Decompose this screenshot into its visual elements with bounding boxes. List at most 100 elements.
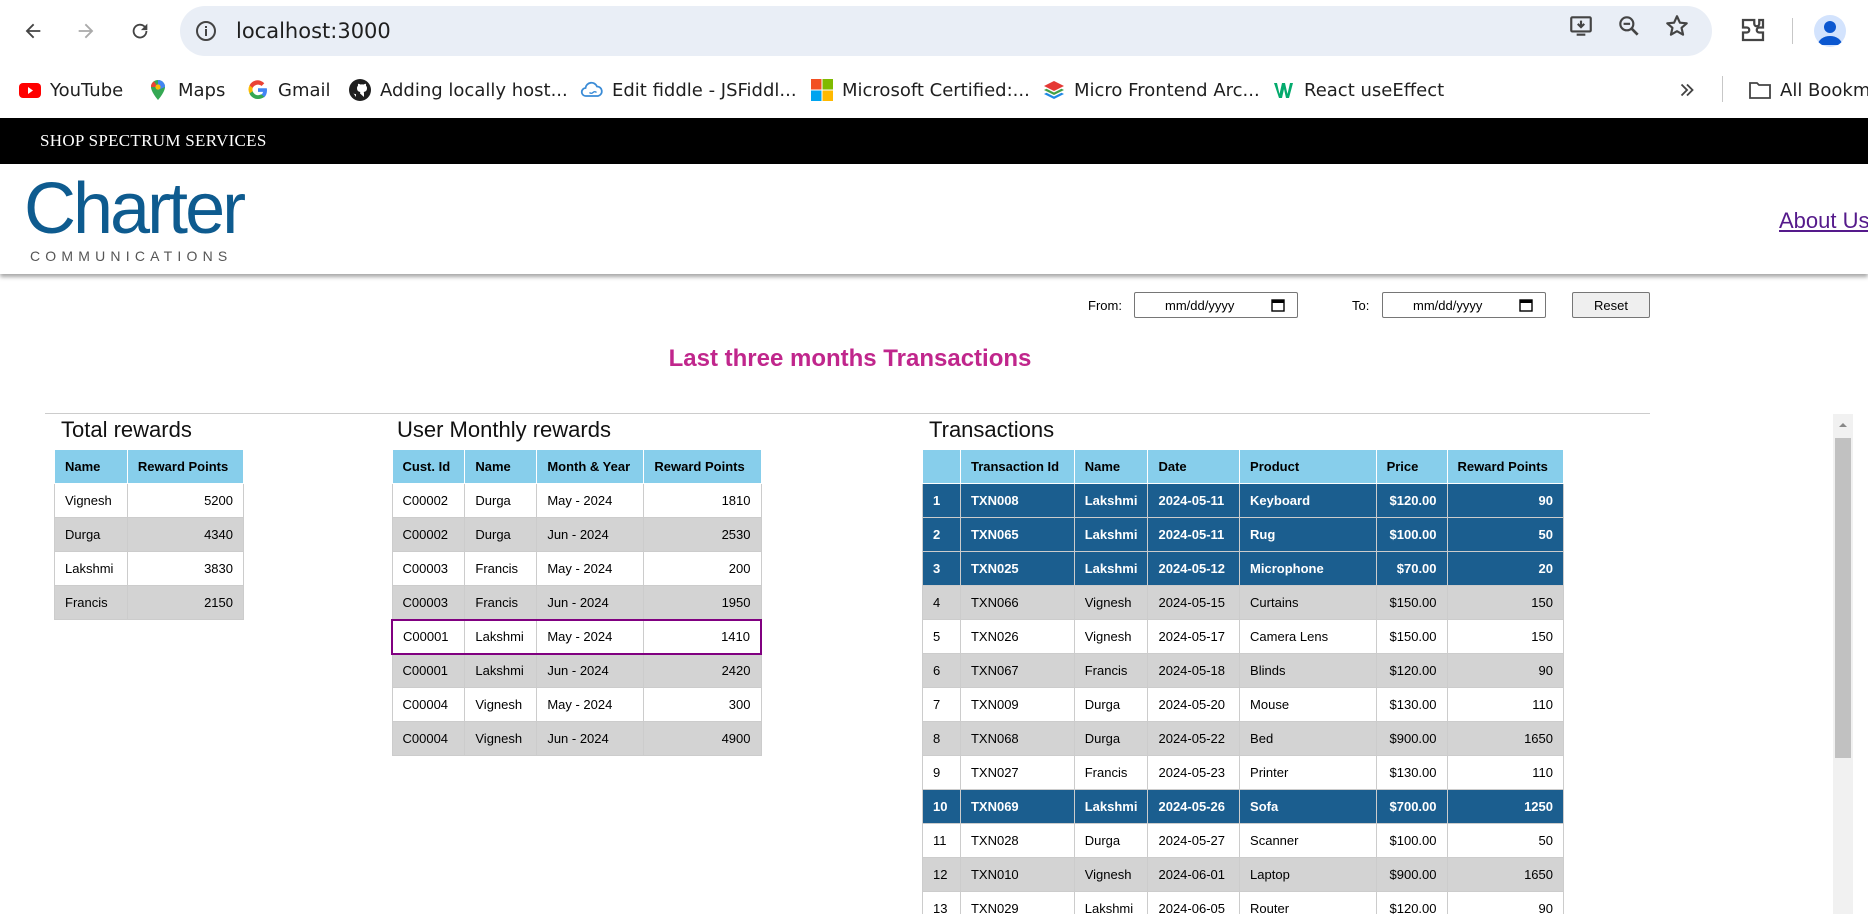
col-header[interactable] [922, 449, 961, 484]
to-label: To: [1352, 298, 1370, 313]
col-header[interactable]: Reward Points [126, 449, 245, 484]
table-row[interactable]: 6 TXN067 Francis 2024-05-18 Blinds $120.00 90 [922, 653, 1565, 688]
col-header[interactable]: Date [1147, 449, 1241, 484]
about-us-link[interactable]: About Us [1779, 208, 1868, 234]
table-cell: Durga [1073, 687, 1149, 722]
table-row[interactable]: 4 TXN066 Vignesh 2024-05-15 Curtains $150.00 1… [922, 585, 1565, 620]
table-row[interactable]: 5 TXN026 Vignesh 2024-05-17 Camera Lens $150.… [922, 619, 1565, 654]
table-cell: $130.00 [1375, 687, 1448, 722]
table-row[interactable]: 13 TXN029 Lakshmi 2024-06-05 Router $120.00 90 [922, 891, 1565, 914]
table-cell: Scanner [1239, 823, 1377, 858]
table-row[interactable]: 10 TXN069 Lakshmi 2024-05-26 Sofa $700.00 1250 [922, 789, 1565, 824]
bookmark-youtube[interactable]: YouTube [18, 76, 123, 104]
table-row[interactable]: C00004 Vignesh May - 2024 300 [391, 687, 762, 722]
col-header[interactable]: Price [1375, 449, 1448, 484]
bookmark-maps[interactable]: Maps [146, 76, 225, 104]
table-cell: Vignesh [54, 483, 128, 518]
table-row[interactable]: Durga 4340 [54, 517, 245, 552]
table-cell: Francis [1073, 755, 1149, 790]
table-cell: $120.00 [1375, 483, 1448, 518]
table-cell: TXN026 [959, 619, 1075, 654]
reset-button[interactable]: Reset [1572, 292, 1650, 318]
table-row[interactable]: C00002 Durga May - 2024 1810 [391, 483, 762, 518]
table-cell: TXN008 [959, 483, 1075, 518]
arrow-left-icon [25, 23, 41, 39]
bookmark-gmail[interactable]: Gmail [246, 76, 331, 104]
col-header[interactable]: Name [54, 449, 128, 484]
table-row[interactable]: C00004 Vignesh Jun - 2024 4900 [391, 721, 762, 756]
table-row[interactable]: 3 TXN025 Lakshmi 2024-05-12 Microphone $70.00… [922, 551, 1565, 586]
calendar-icon[interactable] [1271, 298, 1285, 312]
table-row[interactable]: Francis 2150 [54, 585, 245, 620]
table-cell: 6 [922, 653, 961, 688]
table-cell: 2024-05-11 [1147, 517, 1241, 552]
table-row[interactable]: 12 TXN010 Vignesh 2024-06-01 Laptop $900.00 16… [922, 857, 1565, 892]
zoom-icon[interactable] [1616, 13, 1642, 39]
table-row[interactable]: C00001 Lakshmi May - 2024 1410 [391, 618, 763, 655]
address-bar[interactable]: localhost:3000 [180, 6, 1712, 56]
table-cell: TXN028 [959, 823, 1075, 858]
table-cell: 7 [922, 687, 961, 722]
back-button[interactable] [15, 13, 51, 49]
table-row[interactable]: C00003 Francis May - 2024 200 [391, 551, 762, 586]
table-cell: Jun - 2024 [536, 517, 645, 552]
scrollbar-thumb[interactable] [1835, 438, 1851, 758]
all-bookmarks-folder[interactable]: All Bookma [1748, 76, 1868, 104]
from-date-input[interactable]: mm/dd/yyyy [1134, 292, 1298, 318]
reload-button[interactable] [122, 13, 158, 49]
table-cell: Jun - 2024 [536, 721, 645, 756]
profile-avatar-icon[interactable] [1814, 15, 1846, 47]
table-row[interactable]: C00003 Francis Jun - 2024 1950 [391, 585, 762, 620]
double-chevron-right-icon [1680, 83, 1694, 97]
col-header[interactable]: Name [464, 449, 538, 484]
table-cell: 4 [922, 585, 961, 620]
table-row[interactable]: 7 TXN009 Durga 2024-05-20 Mouse $130.00 110 [922, 687, 1565, 722]
bookmark-label: Gmail [278, 79, 331, 101]
bookmark-micro-frontend[interactable]: Micro Frontend Arc... [1042, 76, 1260, 104]
bookmark-jsfiddle[interactable]: Edit fiddle - JSFiddl... [580, 76, 797, 104]
table-cell: 2024-06-05 [1147, 891, 1241, 914]
table-cell: 2150 [126, 585, 245, 620]
jsfiddle-icon [580, 81, 603, 97]
col-header[interactable]: Reward Points [1446, 449, 1565, 484]
table-cell: TXN010 [959, 857, 1075, 892]
table-row[interactable]: 9 TXN027 Francis 2024-05-23 Printer $130.00 11… [922, 755, 1565, 790]
table-cell: 13 [922, 891, 961, 914]
col-header[interactable]: Reward Points [643, 449, 762, 484]
table-cell: TXN029 [959, 891, 1075, 914]
extensions-icon[interactable] [1738, 15, 1768, 45]
to-date-input[interactable]: mm/dd/yyyy [1382, 292, 1546, 318]
table-row[interactable]: Vignesh 5200 [54, 483, 245, 518]
table-row[interactable]: C00001 Lakshmi Jun - 2024 2420 [391, 653, 762, 688]
browser-toolbar: localhost:3000 [0, 0, 1868, 62]
table-cell: C00001 [391, 653, 466, 688]
scroll-up-arrow-icon[interactable] [1836, 418, 1850, 432]
info-icon[interactable] [194, 19, 218, 43]
table-row[interactable]: 8 TXN068 Durga 2024-05-22 Bed $900.00 1650 [922, 721, 1565, 756]
table-row[interactable]: C00002 Durga Jun - 2024 2530 [391, 517, 762, 552]
table-cell: Vignesh [464, 721, 538, 756]
col-header[interactable]: Product [1239, 449, 1377, 484]
calendar-icon[interactable] [1519, 298, 1533, 312]
table-cell: 3830 [126, 551, 245, 586]
bookmark-microsoft[interactable]: Microsoft Certified:... [810, 76, 1030, 104]
table-cell: Lakshmi [464, 653, 538, 688]
forward-button[interactable] [68, 13, 104, 49]
table-row[interactable]: 2 TXN065 Lakshmi 2024-05-11 Rug $100.00 50 [922, 517, 1565, 552]
col-header[interactable]: Month & Year [536, 449, 645, 484]
col-header[interactable]: Transaction Id [959, 449, 1075, 484]
install-app-icon[interactable] [1568, 13, 1594, 39]
bookmark-star-icon[interactable] [1664, 13, 1690, 39]
table-cell: TXN065 [959, 517, 1075, 552]
table-cell: 5200 [126, 483, 245, 518]
table-row[interactable]: 11 TXN028 Durga 2024-05-27 Scanner $100.00 50 [922, 823, 1565, 858]
col-header[interactable]: Name [1073, 449, 1149, 484]
layers-icon [1044, 81, 1064, 99]
table-row[interactable]: 1 TXN008 Lakshmi 2024-05-11 Keyboard $120.00 9… [922, 483, 1565, 518]
table-cell: 110 [1446, 755, 1565, 790]
col-header[interactable]: Cust. Id [391, 449, 466, 484]
bookmark-react-useeffect[interactable]: React useEffect [1272, 76, 1444, 104]
more-bookmarks-button[interactable] [1676, 76, 1698, 104]
bookmark-github[interactable]: Adding locally host... [348, 76, 568, 104]
table-row[interactable]: Lakshmi 3830 [54, 551, 245, 586]
